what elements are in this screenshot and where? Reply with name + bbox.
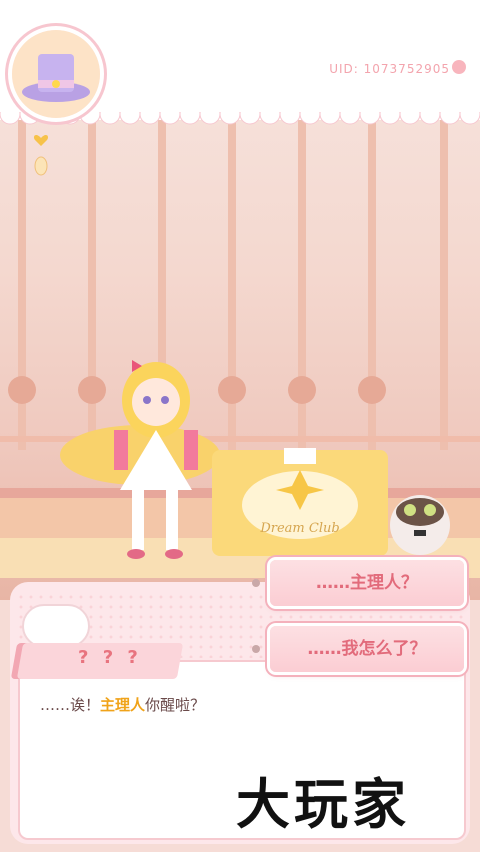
player-avatar[interactable] — [8, 26, 104, 122]
choice-option-1[interactable]: ……主理人？ — [252, 560, 464, 606]
choice-option-2[interactable]: ……我怎么了？ — [252, 626, 464, 672]
choice-label: ……主理人？ — [316, 573, 418, 593]
choice-label: ……我怎么了？ — [307, 639, 427, 659]
dialog-line-highlight: 主理人 — [100, 696, 146, 714]
dialog-line-prefix: ……诶！ — [40, 696, 101, 714]
magician-hat-icon — [12, 30, 100, 118]
dialog-line-suffix: 你醒啦？ — [145, 696, 206, 714]
speaker-name: ? ? ? — [78, 647, 142, 668]
copy-uid-icon[interactable] — [452, 60, 466, 74]
user-id-label: UID: 1073752905 — [329, 62, 450, 76]
choice-bullet-icon — [252, 645, 260, 653]
box-label: Dream Club — [259, 521, 339, 536]
heart-charm-icon — [33, 134, 49, 176]
speaker-cloud-icon — [22, 604, 90, 648]
watermark-text: 大玩家 — [236, 772, 410, 836]
choice-bullet-icon — [252, 579, 260, 587]
dialog-line: ……诶！主理人你醒啦？ — [40, 694, 205, 715]
